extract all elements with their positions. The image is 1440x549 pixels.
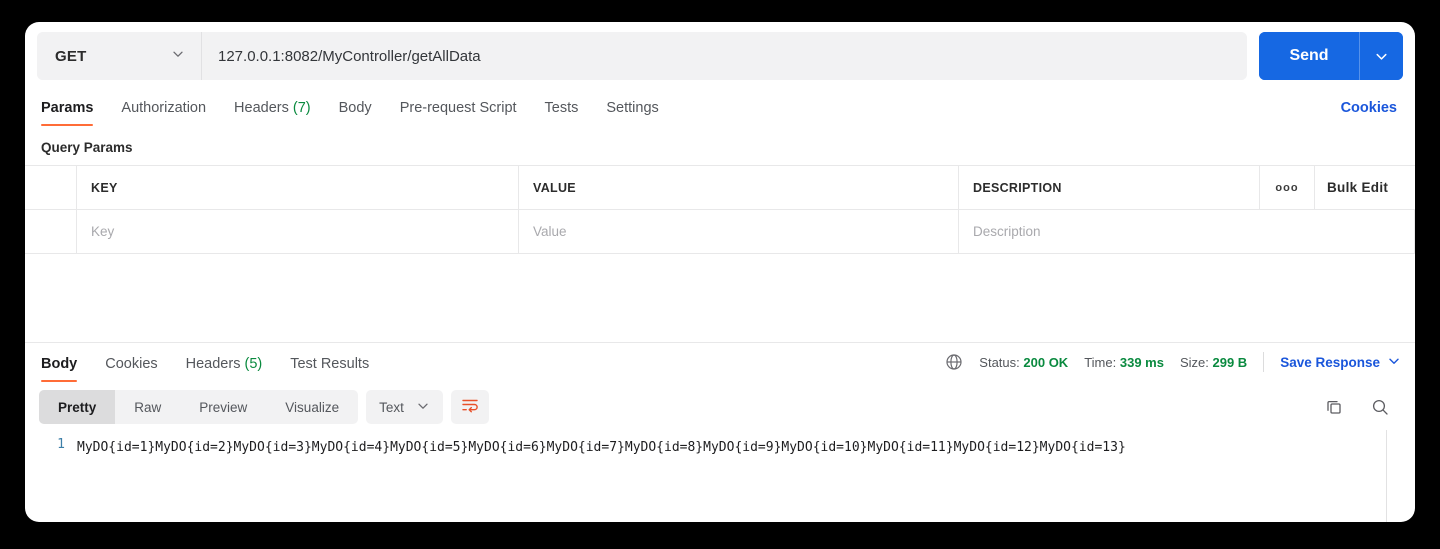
response-view-segmented: Pretty Raw Preview Visualize — [39, 390, 358, 424]
save-response-label: Save Response — [1280, 355, 1380, 370]
wrap-lines-icon — [460, 395, 480, 420]
header-key: KEY — [77, 166, 519, 209]
bulk-edit-label: Bulk Edit — [1327, 180, 1388, 195]
copy-icon[interactable] — [1321, 394, 1347, 420]
tab-pre-request-script[interactable]: Pre-request Script — [386, 100, 531, 126]
tab-body[interactable]: Body — [325, 100, 386, 126]
response-tab-cookies[interactable]: Cookies — [91, 356, 171, 382]
tab-tests[interactable]: Tests — [531, 100, 593, 126]
view-preview-button[interactable]: Preview — [180, 390, 266, 424]
response-tab-test-results[interactable]: Test Results — [276, 356, 383, 382]
url-input[interactable]: 127.0.0.1:8082/MyController/getAllData — [202, 32, 1247, 80]
size-badge: Size: 299 B — [1180, 355, 1247, 370]
response-body-viewer: 1 MyDO{id=1}MyDO{id=2}MyDO{id=3}MyDO{id=… — [25, 430, 1415, 522]
response-body-text[interactable]: MyDO{id=1}MyDO{id=2}MyDO{id=3}MyDO{id=4}… — [77, 434, 1415, 522]
value-input[interactable]: Value — [519, 210, 959, 253]
bulk-edit-button[interactable]: Bulk Edit — [1315, 166, 1415, 209]
size-label: Size: — [1180, 355, 1209, 370]
time-value: 339 ms — [1120, 355, 1164, 370]
view-visualize-button[interactable]: Visualize — [266, 390, 358, 424]
query-params-title: Query Params — [25, 126, 1415, 165]
request-url-bar: GET 127.0.0.1:8082/MyController/getAllDa… — [25, 22, 1415, 88]
tab-headers[interactable]: Headers (7) — [220, 100, 325, 126]
size-value: 299 B — [1212, 355, 1247, 370]
tab-pre-request-script-label: Pre-request Script — [400, 100, 517, 116]
chevron-down-icon — [416, 399, 430, 416]
header-select-all-cell — [25, 166, 77, 209]
tab-params-label: Params — [41, 100, 93, 116]
tab-body-label: Body — [339, 100, 372, 116]
status-label: Status: — [979, 355, 1019, 370]
header-description: DESCRIPTION — [959, 166, 1260, 209]
wrap-lines-button[interactable] — [451, 390, 489, 424]
response-format-bar: Pretty Raw Preview Visualize Text — [25, 382, 1415, 430]
response-tab-body-label: Body — [41, 356, 77, 372]
response-tab-test-results-label: Test Results — [290, 356, 369, 372]
header-value: VALUE — [519, 166, 959, 209]
tab-settings-label: Settings — [606, 100, 658, 116]
status-badge: Status: 200 OK — [979, 355, 1068, 370]
tab-params[interactable]: Params — [39, 100, 107, 126]
search-icon[interactable] — [1367, 394, 1393, 420]
tab-headers-count: (7) — [293, 100, 311, 116]
response-tab-headers[interactable]: Headers (5) — [172, 356, 277, 382]
response-tab-headers-count: (5) — [244, 356, 262, 372]
http-method-select[interactable]: GET — [37, 32, 202, 80]
send-button-group: Send — [1259, 32, 1403, 80]
send-button[interactable]: Send — [1259, 32, 1359, 80]
description-input[interactable]: Description — [959, 210, 1415, 253]
tab-tests-label: Tests — [545, 100, 579, 116]
response-tab-cookies-label: Cookies — [105, 356, 157, 372]
request-tabs: Params Authorization Headers (7) Body Pr… — [25, 88, 1415, 126]
postman-window: GET 127.0.0.1:8082/MyController/getAllDa… — [25, 22, 1415, 522]
key-input[interactable]: Key — [77, 210, 519, 253]
chevron-down-icon — [171, 47, 185, 65]
query-params-table: KEY VALUE DESCRIPTION ooo Bulk Edit Key … — [25, 165, 1415, 254]
cookies-link[interactable]: Cookies — [1341, 100, 1401, 126]
save-response-button[interactable]: Save Response — [1280, 354, 1401, 371]
tab-settings[interactable]: Settings — [592, 100, 672, 126]
globe-icon[interactable] — [945, 353, 963, 371]
send-options-button[interactable] — [1359, 32, 1403, 80]
body-vertical-scrollbar[interactable] — [1386, 430, 1387, 522]
tab-authorization[interactable]: Authorization — [107, 100, 220, 126]
method-and-url-group: GET 127.0.0.1:8082/MyController/getAllDa… — [37, 32, 1247, 80]
chevron-down-icon — [1387, 354, 1401, 371]
params-empty-area — [25, 254, 1415, 342]
response-tab-body[interactable]: Body — [39, 356, 91, 382]
view-pretty-button[interactable]: Pretty — [39, 390, 115, 424]
status-value: 200 OK — [1023, 355, 1068, 370]
response-tab-headers-label: Headers — [186, 356, 241, 372]
tab-headers-label: Headers — [234, 100, 289, 116]
view-raw-button[interactable]: Raw — [115, 390, 180, 424]
http-method-label: GET — [55, 48, 86, 65]
line-number-gutter: 1 — [25, 434, 77, 522]
response-actions — [1321, 394, 1401, 420]
more-options-icon: ooo — [1275, 182, 1298, 194]
content-type-select[interactable]: Text — [366, 390, 443, 424]
meta-divider — [1263, 352, 1264, 372]
response-tabs-bar: Body Cookies Headers (5) Test Results St… — [25, 342, 1415, 382]
response-meta: Status: 200 OK Time: 339 ms Size: 299 B … — [945, 352, 1401, 382]
time-label: Time: — [1084, 355, 1116, 370]
content-type-label: Text — [379, 400, 404, 415]
table-row: Key Value Description — [25, 210, 1415, 254]
table-options-button[interactable]: ooo — [1260, 166, 1315, 209]
tab-authorization-label: Authorization — [121, 100, 206, 116]
table-header-row: KEY VALUE DESCRIPTION ooo Bulk Edit — [25, 166, 1415, 210]
time-badge: Time: 339 ms — [1084, 355, 1164, 370]
row-checkbox-cell[interactable] — [25, 210, 77, 253]
